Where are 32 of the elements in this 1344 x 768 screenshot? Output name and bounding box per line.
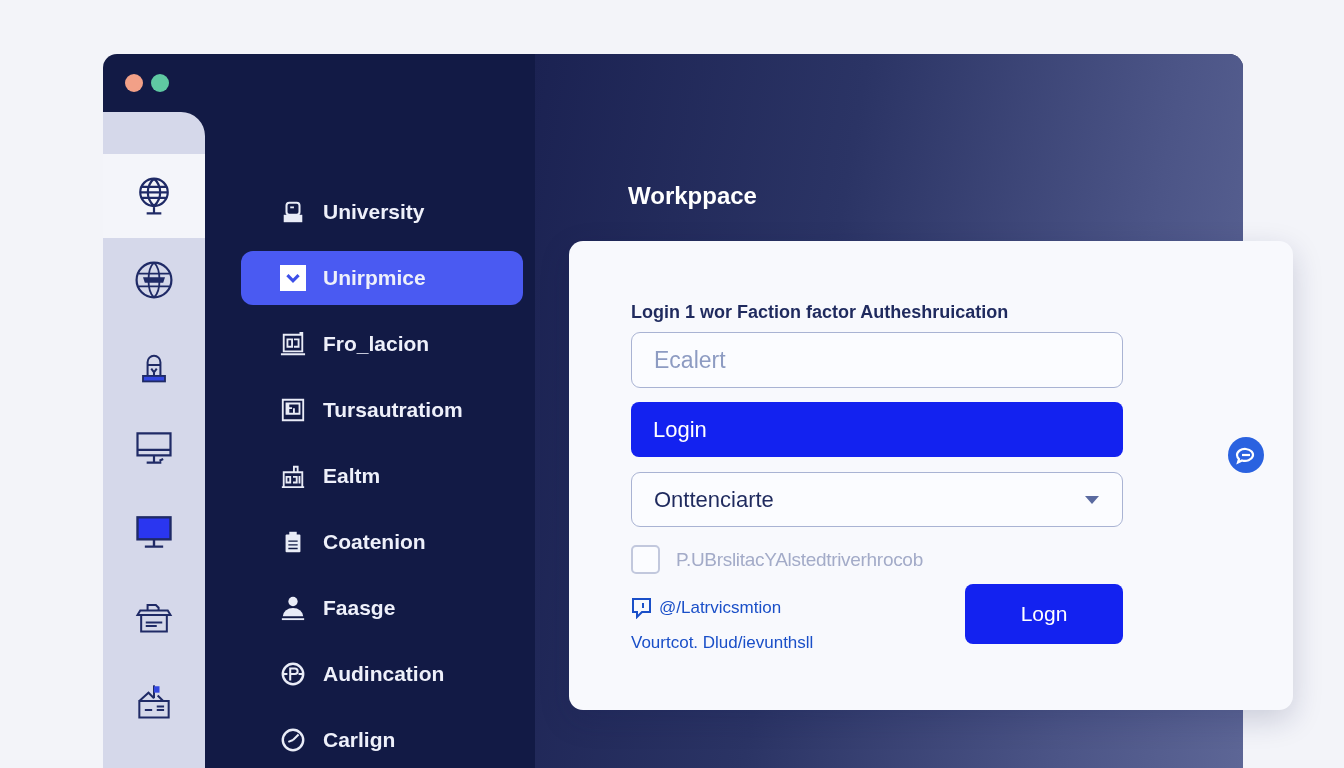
user-icon <box>280 595 306 621</box>
nav-item[interactable]: University <box>241 185 523 239</box>
nav-item[interactable]: Carlign <box>241 713 523 767</box>
nav-item[interactable]: Fro_lacion <box>241 317 523 371</box>
window-control-dot[interactable] <box>151 74 169 92</box>
nav-item[interactable]: Unirpmice <box>241 251 523 305</box>
workspace-title: Workppace <box>628 182 757 210</box>
rail-item[interactable] <box>103 154 205 238</box>
building-icon <box>280 463 306 489</box>
dial-icon <box>280 727 306 753</box>
caret-icon <box>1085 495 1099 504</box>
link[interactable]: Vourtcot. Dlud/ievunthsll <box>631 631 814 654</box>
nav-item[interactable]: Coatenion <box>241 515 523 569</box>
nav-item[interactable]: Audincation <box>241 647 523 701</box>
checkbox[interactable] <box>631 545 660 574</box>
nav-item[interactable]: Ealtm <box>241 449 523 503</box>
nav-item[interactable]: Faasge <box>241 581 523 635</box>
nav-item[interactable]: Tursautratiom <box>241 383 523 437</box>
dropdown[interactable]: Onttenciarte <box>631 472 1123 527</box>
checkbox-label: P.UBrslitacYAlstedtriverhrocob <box>676 548 923 571</box>
circled-p-icon <box>280 661 306 687</box>
form-heading: Login 1 wor Faction factor Autheshruication <box>631 301 1009 323</box>
window-control-dot[interactable] <box>125 74 143 92</box>
submit-button[interactable]: Logn <box>965 584 1123 644</box>
window-icon <box>280 397 306 423</box>
login-button[interactable]: Login <box>631 402 1123 457</box>
chevron-down-icon <box>280 265 306 291</box>
link[interactable]: @/Latrvicsmtion <box>659 596 782 619</box>
chat-bubble-icon[interactable] <box>1228 437 1264 473</box>
email-field[interactable]: Ecalert <box>631 332 1123 388</box>
chat-bubble-icon <box>631 596 653 619</box>
laptop-icon <box>280 331 306 357</box>
